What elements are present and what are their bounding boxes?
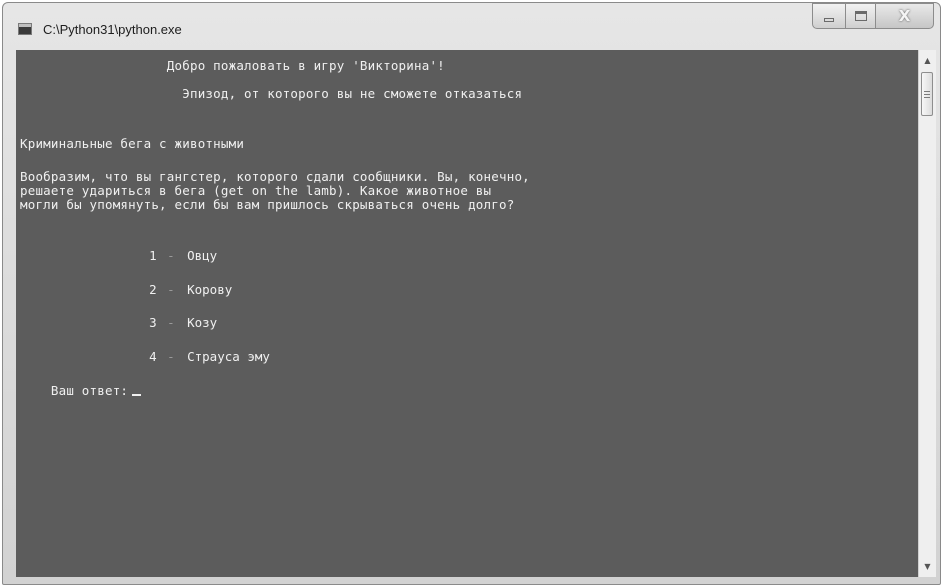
answer-option: 4- Страуса эму bbox=[119, 336, 270, 378]
option-dash: - bbox=[167, 282, 175, 297]
option-number: 3 bbox=[149, 315, 157, 330]
close-button[interactable]: X bbox=[876, 3, 934, 29]
option-number: 2 bbox=[149, 282, 157, 297]
grip-line bbox=[924, 90, 930, 92]
option-dash: - bbox=[167, 349, 175, 364]
option-dash: - bbox=[167, 248, 175, 263]
category-line: Криминальные бега с животными bbox=[20, 136, 245, 151]
question-line-1: Вообразим, что вы гангстер, которого сда… bbox=[20, 169, 530, 184]
grip-line bbox=[924, 96, 930, 98]
minimize-icon bbox=[824, 18, 834, 22]
episode-line: Эпизод, от которого вы не сможете отказа… bbox=[20, 86, 523, 101]
maximize-icon bbox=[854, 11, 867, 21]
option-text: Корову bbox=[187, 282, 233, 297]
minimize-button[interactable] bbox=[812, 3, 846, 29]
text-cursor bbox=[132, 394, 142, 396]
option-dash: - bbox=[167, 315, 175, 330]
question-line-2: решаете удариться в бега (get on the lam… bbox=[20, 183, 492, 198]
welcome-line: Добро пожаловать в игру 'Викторина'! bbox=[20, 58, 445, 73]
console-icon[interactable] bbox=[18, 23, 32, 35]
window-title: C:\Python31\python.exe bbox=[43, 22, 182, 37]
question-line-3: могли бы упомянуть, если бы вам пришлось… bbox=[20, 197, 515, 212]
scroll-up-arrow-icon[interactable]: ▲ bbox=[919, 52, 936, 69]
console-output[interactable]: Добро пожаловать в игру 'Викторина'! Эпи… bbox=[16, 50, 918, 577]
close-icon: X bbox=[898, 7, 911, 25]
maximize-button[interactable] bbox=[846, 3, 876, 29]
option-number: 4 bbox=[149, 349, 157, 364]
scroll-down-arrow-icon[interactable]: ▼ bbox=[919, 558, 936, 575]
prompt-label: Ваш ответ: bbox=[50, 383, 129, 398]
caption-buttons: X bbox=[812, 3, 934, 29]
answer-prompt[interactable]: Ваш ответ: bbox=[20, 370, 142, 412]
scroll-thumb[interactable] bbox=[921, 72, 933, 116]
option-text: Страуса эму bbox=[187, 349, 270, 364]
vertical-scrollbar[interactable]: ▲ ▼ bbox=[918, 50, 936, 577]
option-text: Козу bbox=[187, 315, 218, 330]
title-bar[interactable]: C:\Python31\python.exe X bbox=[3, 3, 940, 53]
option-number: 1 bbox=[149, 248, 157, 263]
grip-line bbox=[924, 93, 930, 95]
option-text: Овцу bbox=[187, 248, 218, 263]
